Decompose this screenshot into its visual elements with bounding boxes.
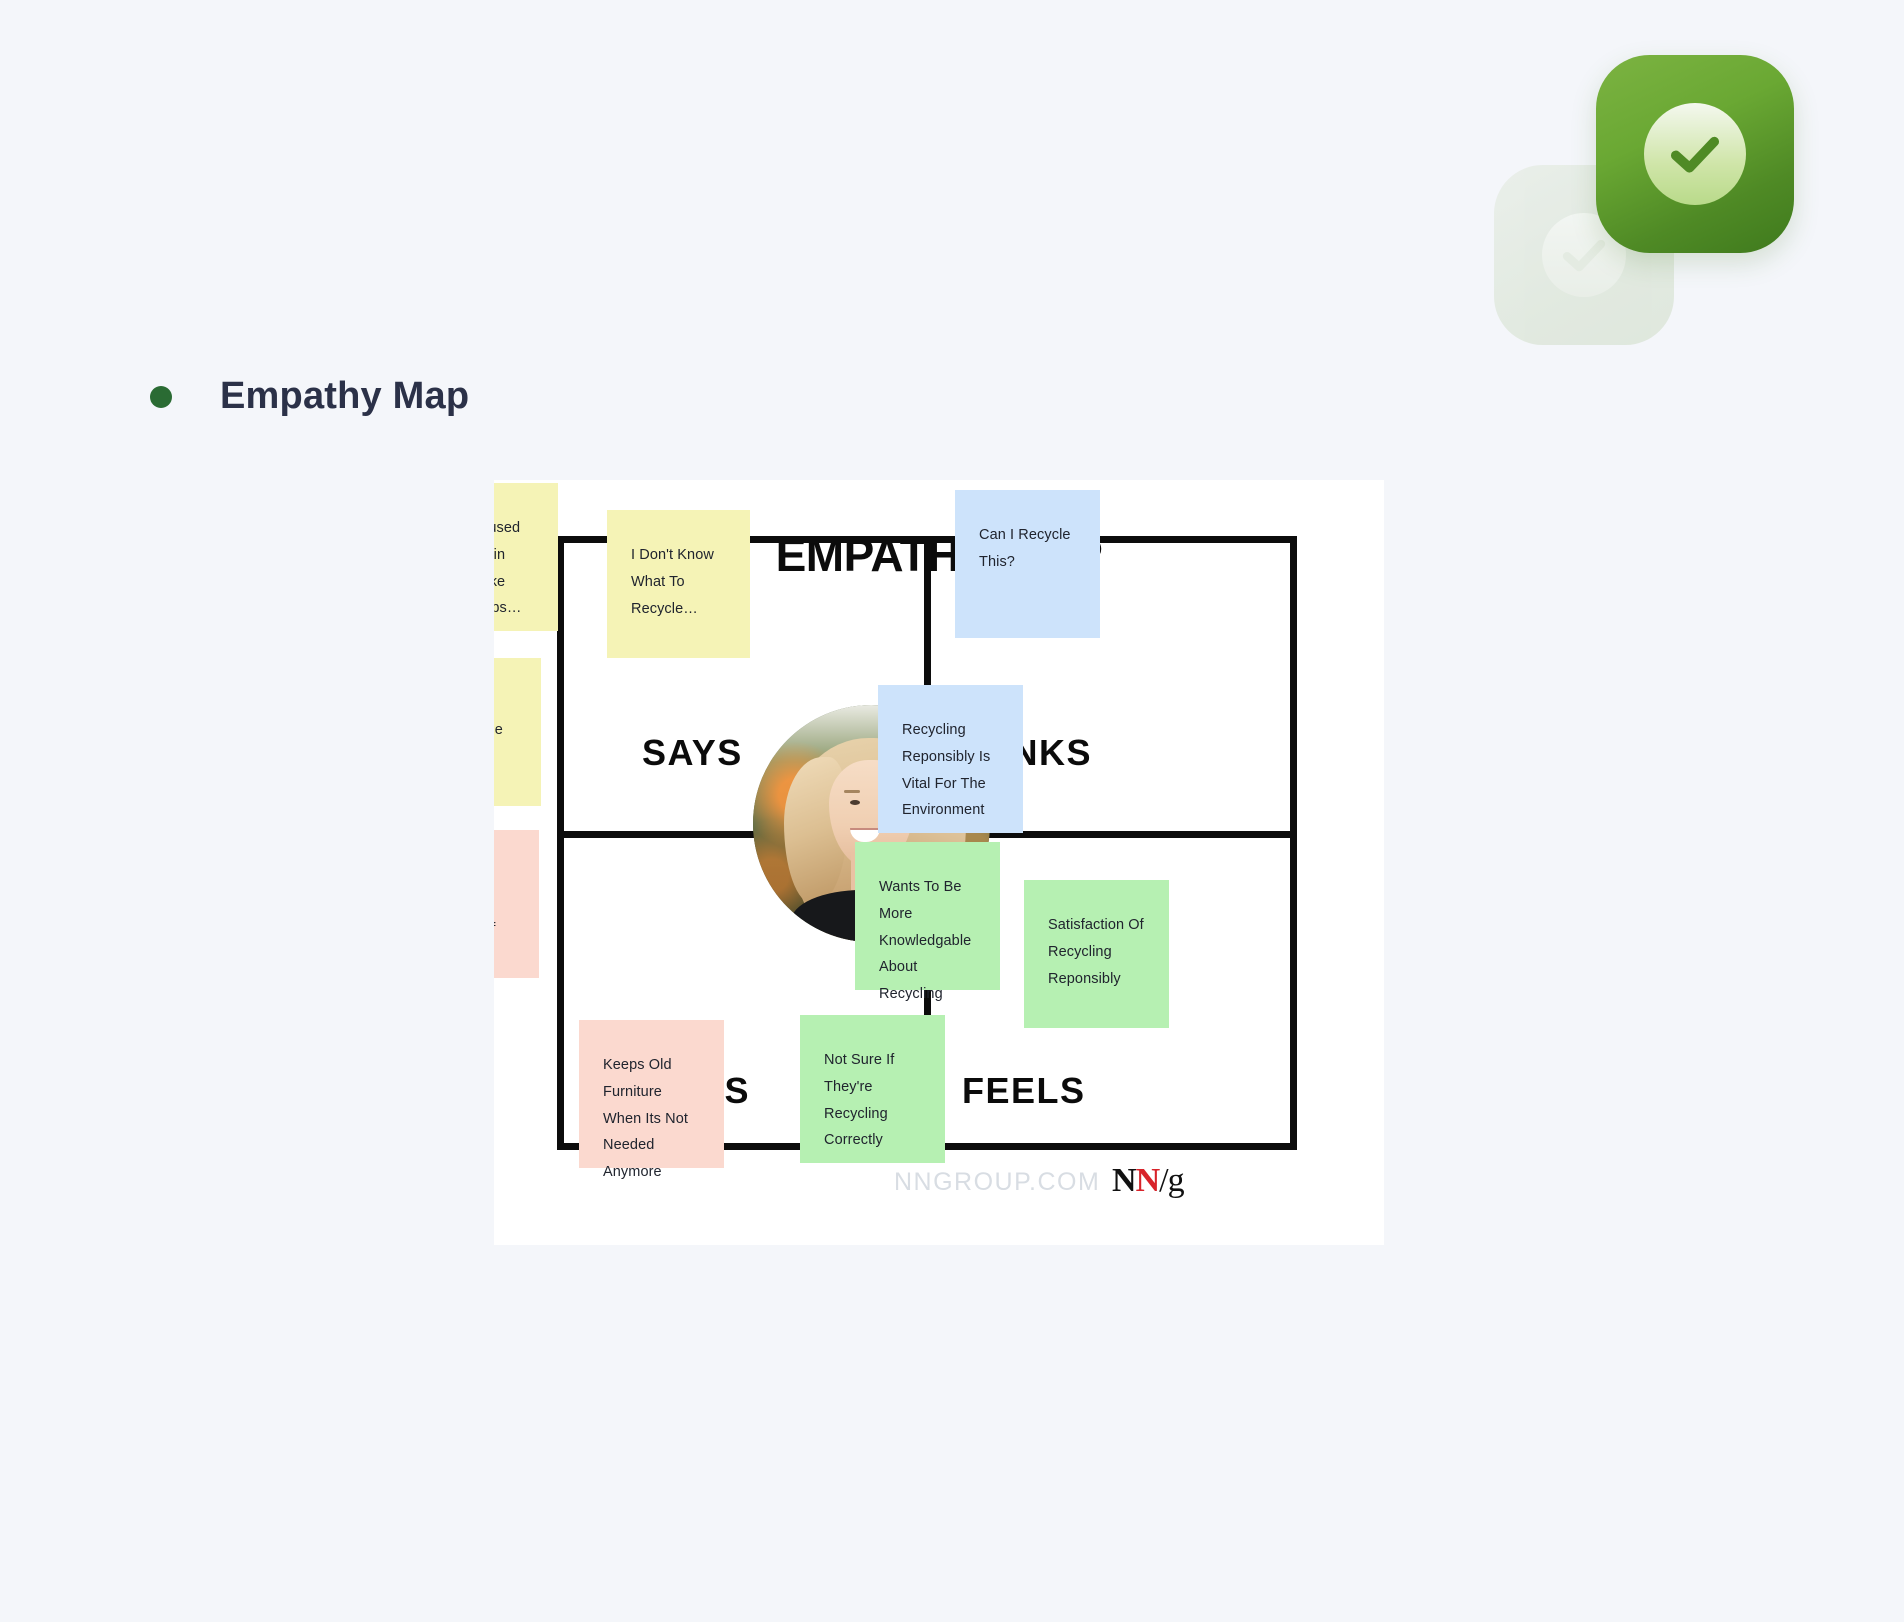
sticky-note-says-1[interactable]: I'm Confused On Certain Items, Like Ligh…	[494, 483, 558, 631]
sticky-note-feels-3[interactable]: Not Sure If They're Recycling Correctly	[800, 1015, 945, 1163]
app-logo	[1494, 55, 1804, 345]
nng-n1: N	[1112, 1162, 1137, 1199]
check-icon-back	[1562, 239, 1606, 272]
bullet-dot-icon	[150, 385, 172, 408]
sticky-note-thinks-2[interactable]: Recycling Reponsibly Is Vital For The En…	[878, 685, 1023, 833]
page-heading: Empathy Map	[150, 375, 469, 418]
nng-g: g	[1167, 1162, 1185, 1199]
sticky-note-does-2[interactable]: Keeps Old Furniture When Its Not Needed …	[579, 1020, 724, 1180]
portrait-brow-left	[844, 790, 861, 794]
empathy-map-canvas: EMPATHY MAP SAYS THINKS DOES FEELS I'm C…	[494, 480, 1384, 1245]
sticky-note-thinks-1[interactable]: Can I Recycle This?	[955, 490, 1100, 638]
sticky-note-does-1[interactable]: Tries To Recycle To The Best Of Their Kn…	[494, 830, 539, 978]
sticky-note-feels-1[interactable]: Wants To Be More Knowledgable About Recy…	[855, 842, 1000, 1002]
check-circle-icon	[1596, 55, 1794, 253]
nngroup-watermark: NNGROUP.COM	[894, 1168, 1101, 1196]
nng-slash: /	[1159, 1162, 1169, 1199]
sticky-note-feels-2[interactable]: Satisfaction Of Recycling Reponsibly	[1024, 880, 1169, 1028]
page-title: Empathy Map	[220, 375, 470, 417]
nng-n2: N	[1135, 1162, 1161, 1199]
quadrant-label-feels: FEELS	[962, 1070, 1086, 1111]
check-icon-front	[1670, 136, 1720, 173]
portrait-eye-left	[850, 799, 861, 805]
sticky-note-says-2[interactable]: I Don't Know What To Recycle…	[607, 510, 750, 658]
quadrant-label-says: SAYS	[642, 732, 743, 773]
sticky-note-says-3[interactable]: Recycling Shouldn't Be That Hard	[494, 658, 541, 806]
nng-logo: NN/g	[1112, 1162, 1185, 1200]
